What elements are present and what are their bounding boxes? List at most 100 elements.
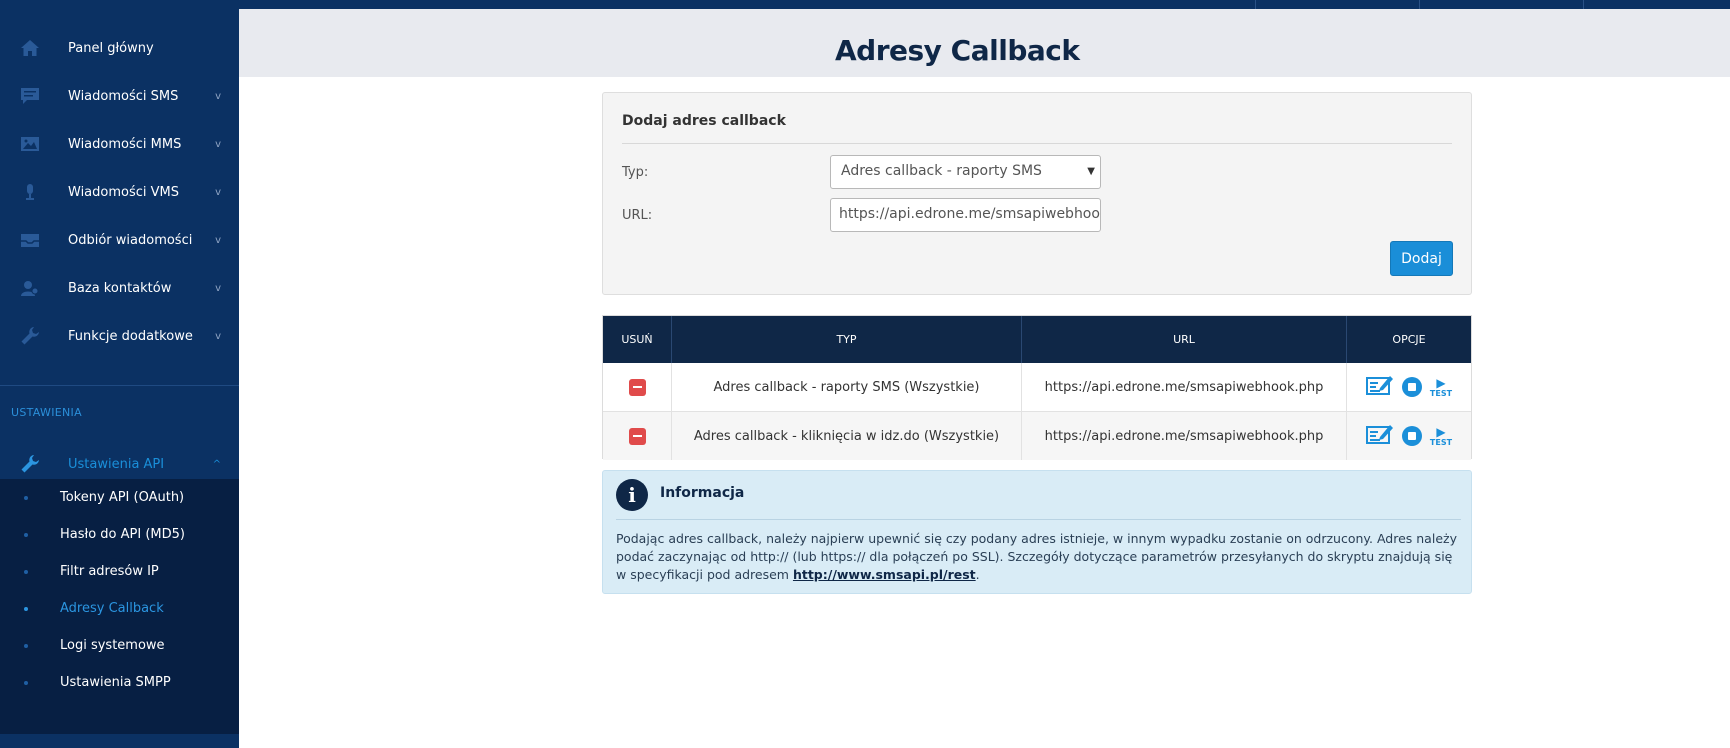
sidebar-item-mms[interactable]: Wiadomości MMS v (0, 120, 239, 168)
sidebar-subitem-label: Hasło do API (MD5) (60, 527, 185, 542)
test-label: TEST (1429, 437, 1453, 447)
chevron-up-icon: ^ (212, 458, 221, 470)
info-suffix: . (975, 567, 980, 582)
bullet-icon (24, 569, 28, 574)
contacts-icon (20, 278, 40, 298)
url-cell: https://api.edrone.me/smsapiwebhook.php (1022, 363, 1347, 411)
table-row: Adres callback - kliknięcia w idz.do (Ws… (603, 412, 1471, 460)
sidebar-item-label: Funkcje dodatkowe (68, 328, 193, 344)
panel-divider (622, 143, 1452, 144)
wrench-icon (20, 454, 40, 474)
stop-icon[interactable] (1401, 426, 1422, 446)
info-icon: i (616, 479, 648, 511)
type-cell: Adres callback - kliknięcia w idz.do (Ws… (672, 412, 1022, 460)
top-bar-separator (1255, 0, 1256, 9)
column-header-url: URL (1022, 316, 1347, 363)
sidebar-item-label: Panel główny (68, 40, 154, 56)
play-icon: ▶ (1436, 424, 1446, 439)
chevron-down-icon: v (215, 234, 221, 246)
sidebar-subitem-label: Ustawienia SMPP (60, 675, 171, 690)
type-label: Typ: (622, 165, 649, 180)
chevron-down-icon: v (215, 138, 221, 150)
sidebar-item-label: Odbiór wiadomości (68, 232, 193, 248)
table-row: Adres callback - raporty SMS (Wszystkie)… (603, 363, 1471, 411)
sidebar-section-label: USTAWIENIA (11, 406, 82, 419)
delete-button[interactable] (628, 427, 646, 445)
info-divider (616, 519, 1461, 520)
sidebar-subitem-smpp-settings[interactable]: Ustawienia SMPP (0, 664, 239, 701)
column-header-options: OPCJE (1392, 333, 1426, 346)
sidebar-subitem-label: Adresy Callback (60, 601, 164, 616)
page-title: Adresy Callback (835, 34, 1080, 67)
wrench-icon (20, 326, 40, 346)
info-box: i Informacja Podając adres callback, nal… (602, 470, 1472, 594)
info-body: Podając adres callback, należy najpierw … (616, 531, 1457, 582)
delete-cell (603, 412, 672, 460)
sidebar-item-dashboard[interactable]: Panel główny (0, 24, 239, 72)
sidebar-item-label: Wiadomości SMS (68, 88, 179, 104)
bullet-icon (24, 680, 28, 685)
chevron-down-icon: v (215, 330, 221, 342)
type-select-value: Adres callback - raporty SMS (841, 163, 1042, 179)
column-header-type: TYP (672, 316, 1022, 363)
sidebar-item-label: Baza kontaktów (68, 280, 172, 296)
image-icon (20, 134, 40, 154)
bullet-icon (24, 495, 28, 500)
chevron-down-icon: v (215, 282, 221, 294)
panel-title: Dodaj adres callback (622, 113, 786, 129)
top-bar-separator (1419, 0, 1420, 9)
sidebar-subitem-ip-filter[interactable]: Filtr adresów IP (0, 553, 239, 590)
sidebar-subitem-label: Filtr adresów IP (60, 564, 159, 579)
test-label: TEST (1429, 388, 1453, 398)
sidebar-divider (0, 385, 239, 386)
top-bar (239, 0, 1730, 9)
microphone-icon (20, 182, 40, 202)
stop-icon[interactable] (1401, 377, 1422, 397)
edit-icon[interactable] (1365, 374, 1394, 400)
sidebar-item-label: Wiadomości VMS (68, 184, 179, 200)
sidebar-item-label: Ustawienia API (68, 456, 165, 472)
callback-table: USUŃ TYP URL OPCJE Adres callback - rapo… (602, 315, 1472, 460)
test-button[interactable]: ▶ TEST (1430, 377, 1452, 398)
top-bar-separator (1583, 0, 1584, 9)
sidebar-item-contacts[interactable]: Baza kontaktów v (0, 264, 239, 312)
bullet-icon (24, 643, 28, 648)
sidebar-item-vms[interactable]: Wiadomości VMS v (0, 168, 239, 216)
test-button[interactable]: ▶ TEST (1430, 426, 1452, 447)
edit-icon[interactable] (1365, 423, 1394, 449)
sidebar-subitem-api-password[interactable]: Hasło do API (MD5) (0, 516, 239, 553)
info-text: Podając adres callback, należy najpierw … (616, 530, 1461, 584)
type-select[interactable]: Adres callback - raporty SMS ▼ (830, 155, 1101, 189)
sidebar-item-sms[interactable]: Wiadomości SMS v (0, 72, 239, 120)
url-cell: https://api.edrone.me/smsapiwebhook.php (1022, 412, 1347, 460)
delete-button[interactable] (628, 378, 646, 396)
table-header: USUŃ TYP URL OPCJE (603, 316, 1471, 363)
api-spec-link[interactable]: http://www.smsapi.pl/rest (793, 567, 976, 582)
add-button[interactable]: Dodaj (1390, 241, 1453, 276)
bullet-icon (24, 532, 28, 537)
sidebar-subitem-label: Tokeny API (OAuth) (60, 490, 185, 505)
sidebar-item-extras[interactable]: Funkcje dodatkowe v (0, 312, 239, 360)
chat-icon (20, 86, 40, 106)
sidebar-subitem-system-logs[interactable]: Logi systemowe (0, 627, 239, 664)
inbox-icon (20, 230, 40, 250)
sidebar: Panel główny Wiadomości SMS v Wiadomości… (0, 0, 239, 748)
sidebar-subitem-label: Logi systemowe (60, 638, 165, 653)
play-icon: ▶ (1436, 375, 1446, 390)
sidebar-item-inbox[interactable]: Odbiór wiadomości v (0, 216, 239, 264)
page-header: Adresy Callback (239, 9, 1730, 77)
options-cell: ▶ TEST (1347, 363, 1471, 411)
sidebar-subitem-callback-addresses[interactable]: Adresy Callback (0, 590, 239, 627)
sidebar-submenu: Tokeny API (OAuth) Hasło do API (MD5) Fi… (0, 479, 239, 734)
url-label: URL: (622, 208, 653, 223)
sidebar-subitem-oauth-tokens[interactable]: Tokeny API (OAuth) (0, 479, 239, 516)
options-cell: ▶ TEST (1347, 412, 1471, 460)
home-icon (20, 38, 40, 58)
chevron-down-icon: v (215, 90, 221, 102)
bullet-icon (24, 606, 28, 611)
info-title: Informacja (660, 485, 745, 501)
url-input[interactable]: https://api.edrone.me/smsapiwebhook.php (830, 198, 1101, 232)
dropdown-arrow-icon: ▼ (1087, 166, 1095, 177)
sidebar-item-label: Wiadomości MMS (68, 136, 182, 152)
column-header-delete: USUŃ (603, 316, 672, 363)
